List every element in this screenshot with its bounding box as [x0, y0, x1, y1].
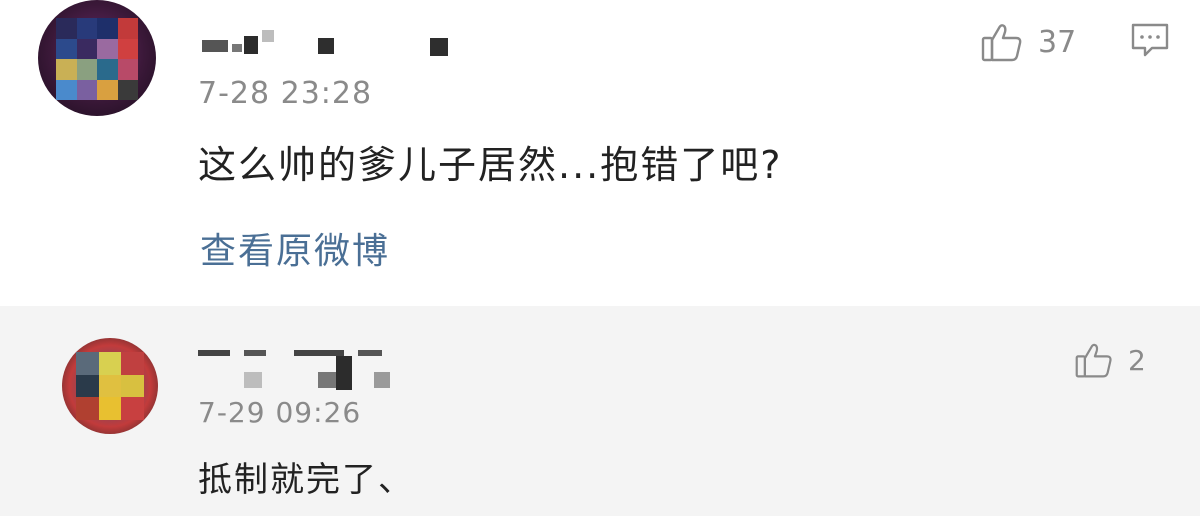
- comment-item: 7-28 23:28 这么帅的爹儿子居然...抱错了吧? 查看原微博 37: [0, 0, 1200, 306]
- username-censored[interactable]: [198, 348, 428, 392]
- avatar-mosaic: [56, 18, 138, 100]
- avatar-pixel: [97, 79, 118, 100]
- like-count: 37: [1038, 24, 1077, 60]
- avatar-pixel: [121, 352, 144, 375]
- avatar-pixel: [56, 59, 77, 80]
- avatar-pixel: [76, 374, 99, 398]
- like-count: 2: [1128, 343, 1146, 377]
- avatar-pixel: [117, 79, 138, 100]
- comment-timestamp: 7-28 23:28: [198, 76, 373, 111]
- avatar-pixel: [97, 59, 118, 80]
- avatar-pixel: [98, 352, 122, 375]
- comment-icon[interactable]: [1130, 22, 1170, 62]
- avatar-pixel: [76, 38, 97, 59]
- username-censored[interactable]: [198, 22, 458, 58]
- avatar-pixel: [56, 18, 77, 39]
- avatar-pixel: [76, 352, 99, 375]
- avatar-pixel: [97, 38, 118, 59]
- avatar-pixel: [76, 18, 97, 39]
- avatar[interactable]: [38, 0, 156, 116]
- avatar-pixel: [117, 18, 138, 39]
- thumbs-up-icon: [1074, 340, 1114, 380]
- avatar-pixel: [97, 18, 118, 39]
- avatar-mosaic: [76, 352, 144, 420]
- comment-text: 这么帅的爹儿子居然...抱错了吧?: [198, 143, 783, 187]
- avatar-pixel: [117, 38, 138, 59]
- avatar-pixel: [56, 79, 77, 100]
- thumbs-up-icon: [980, 20, 1024, 64]
- avatar-pixel: [76, 59, 97, 80]
- avatar[interactable]: [62, 338, 158, 434]
- avatar-pixel: [76, 397, 99, 420]
- comment-item: [0, 306, 1200, 516]
- avatar-pixel: [76, 79, 97, 100]
- avatar-pixel: [98, 374, 122, 398]
- avatar-pixel: [56, 38, 77, 59]
- like-button[interactable]: 2: [1074, 340, 1146, 380]
- avatar-pixel: [117, 59, 138, 80]
- view-original-link[interactable]: 查看原微博: [200, 222, 390, 274]
- avatar-pixel: [98, 397, 122, 420]
- avatar-pixel: [121, 374, 144, 398]
- like-button[interactable]: 37: [980, 20, 1076, 64]
- comment-text: 抵制就完了、: [198, 460, 414, 500]
- avatar-pixel: [121, 397, 144, 420]
- comment-timestamp: 7-29 09:26: [198, 396, 362, 429]
